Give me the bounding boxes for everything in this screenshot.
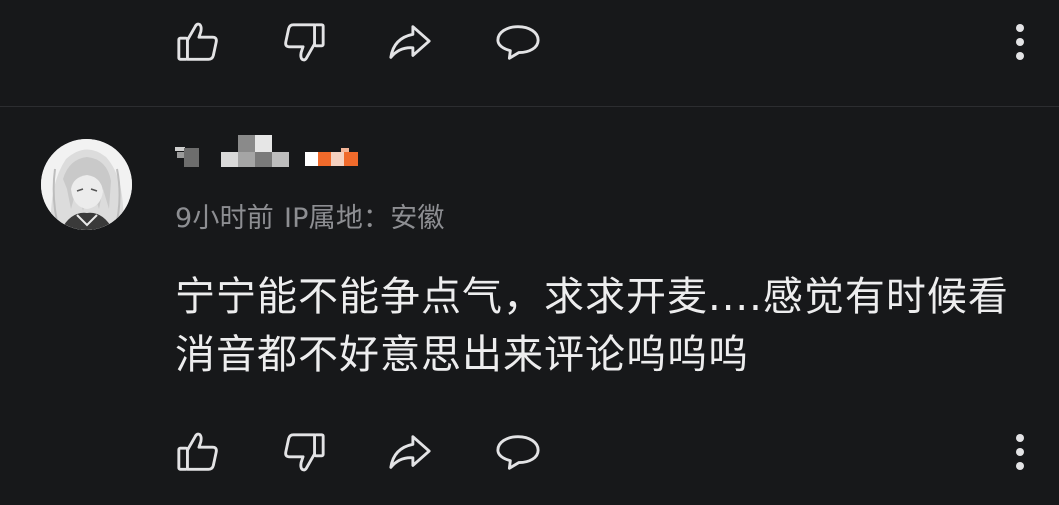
comment-ip-location: IP属地：安徽	[283, 203, 445, 234]
thumbs-up-icon	[177, 22, 218, 61]
comment-time: 9小时前	[175, 203, 274, 234]
thumbs-up-icon	[177, 432, 218, 471]
comment-divider	[0, 106, 1059, 107]
share-arrow-icon	[389, 435, 431, 469]
vertical-dots-icon	[1016, 24, 1024, 60]
user-avatar[interactable]	[41, 139, 132, 230]
speech-bubble-icon	[496, 25, 540, 60]
comment-text: 宁宁能不能争点气，求求开麦....感觉有时候看消音都不好意思出来评论呜呜呜	[175, 274, 1009, 378]
username-obscured[interactable]	[175, 135, 385, 169]
vertical-dots-icon	[1016, 434, 1024, 470]
dislike-button[interactable]	[280, 18, 328, 66]
speech-bubble-icon	[496, 435, 540, 470]
more-options-button[interactable]	[996, 18, 1044, 66]
thumbs-down-icon	[284, 433, 325, 472]
share-button[interactable]	[386, 18, 434, 66]
thumbs-down-icon	[284, 23, 325, 62]
comment-actions	[0, 416, 1059, 486]
like-button[interactable]	[174, 428, 222, 476]
anime-girl-avatar-image	[41, 139, 132, 230]
more-options-button[interactable]	[996, 428, 1044, 476]
like-button[interactable]	[174, 18, 222, 66]
share-button[interactable]	[386, 428, 434, 476]
dislike-button[interactable]	[280, 428, 328, 476]
pixelated-username	[175, 135, 358, 167]
comment-feed: 9小时前 IP属地：安徽 宁宁能不能争点气，求求开麦....感觉有时候看消音都不好…	[0, 0, 1059, 505]
previous-comment-actions	[0, 6, 1059, 76]
comment-meta: 9小时前 IP属地：安徽	[175, 196, 455, 235]
reply-button[interactable]	[494, 18, 542, 66]
reply-button[interactable]	[494, 428, 542, 476]
share-arrow-icon	[389, 25, 431, 59]
